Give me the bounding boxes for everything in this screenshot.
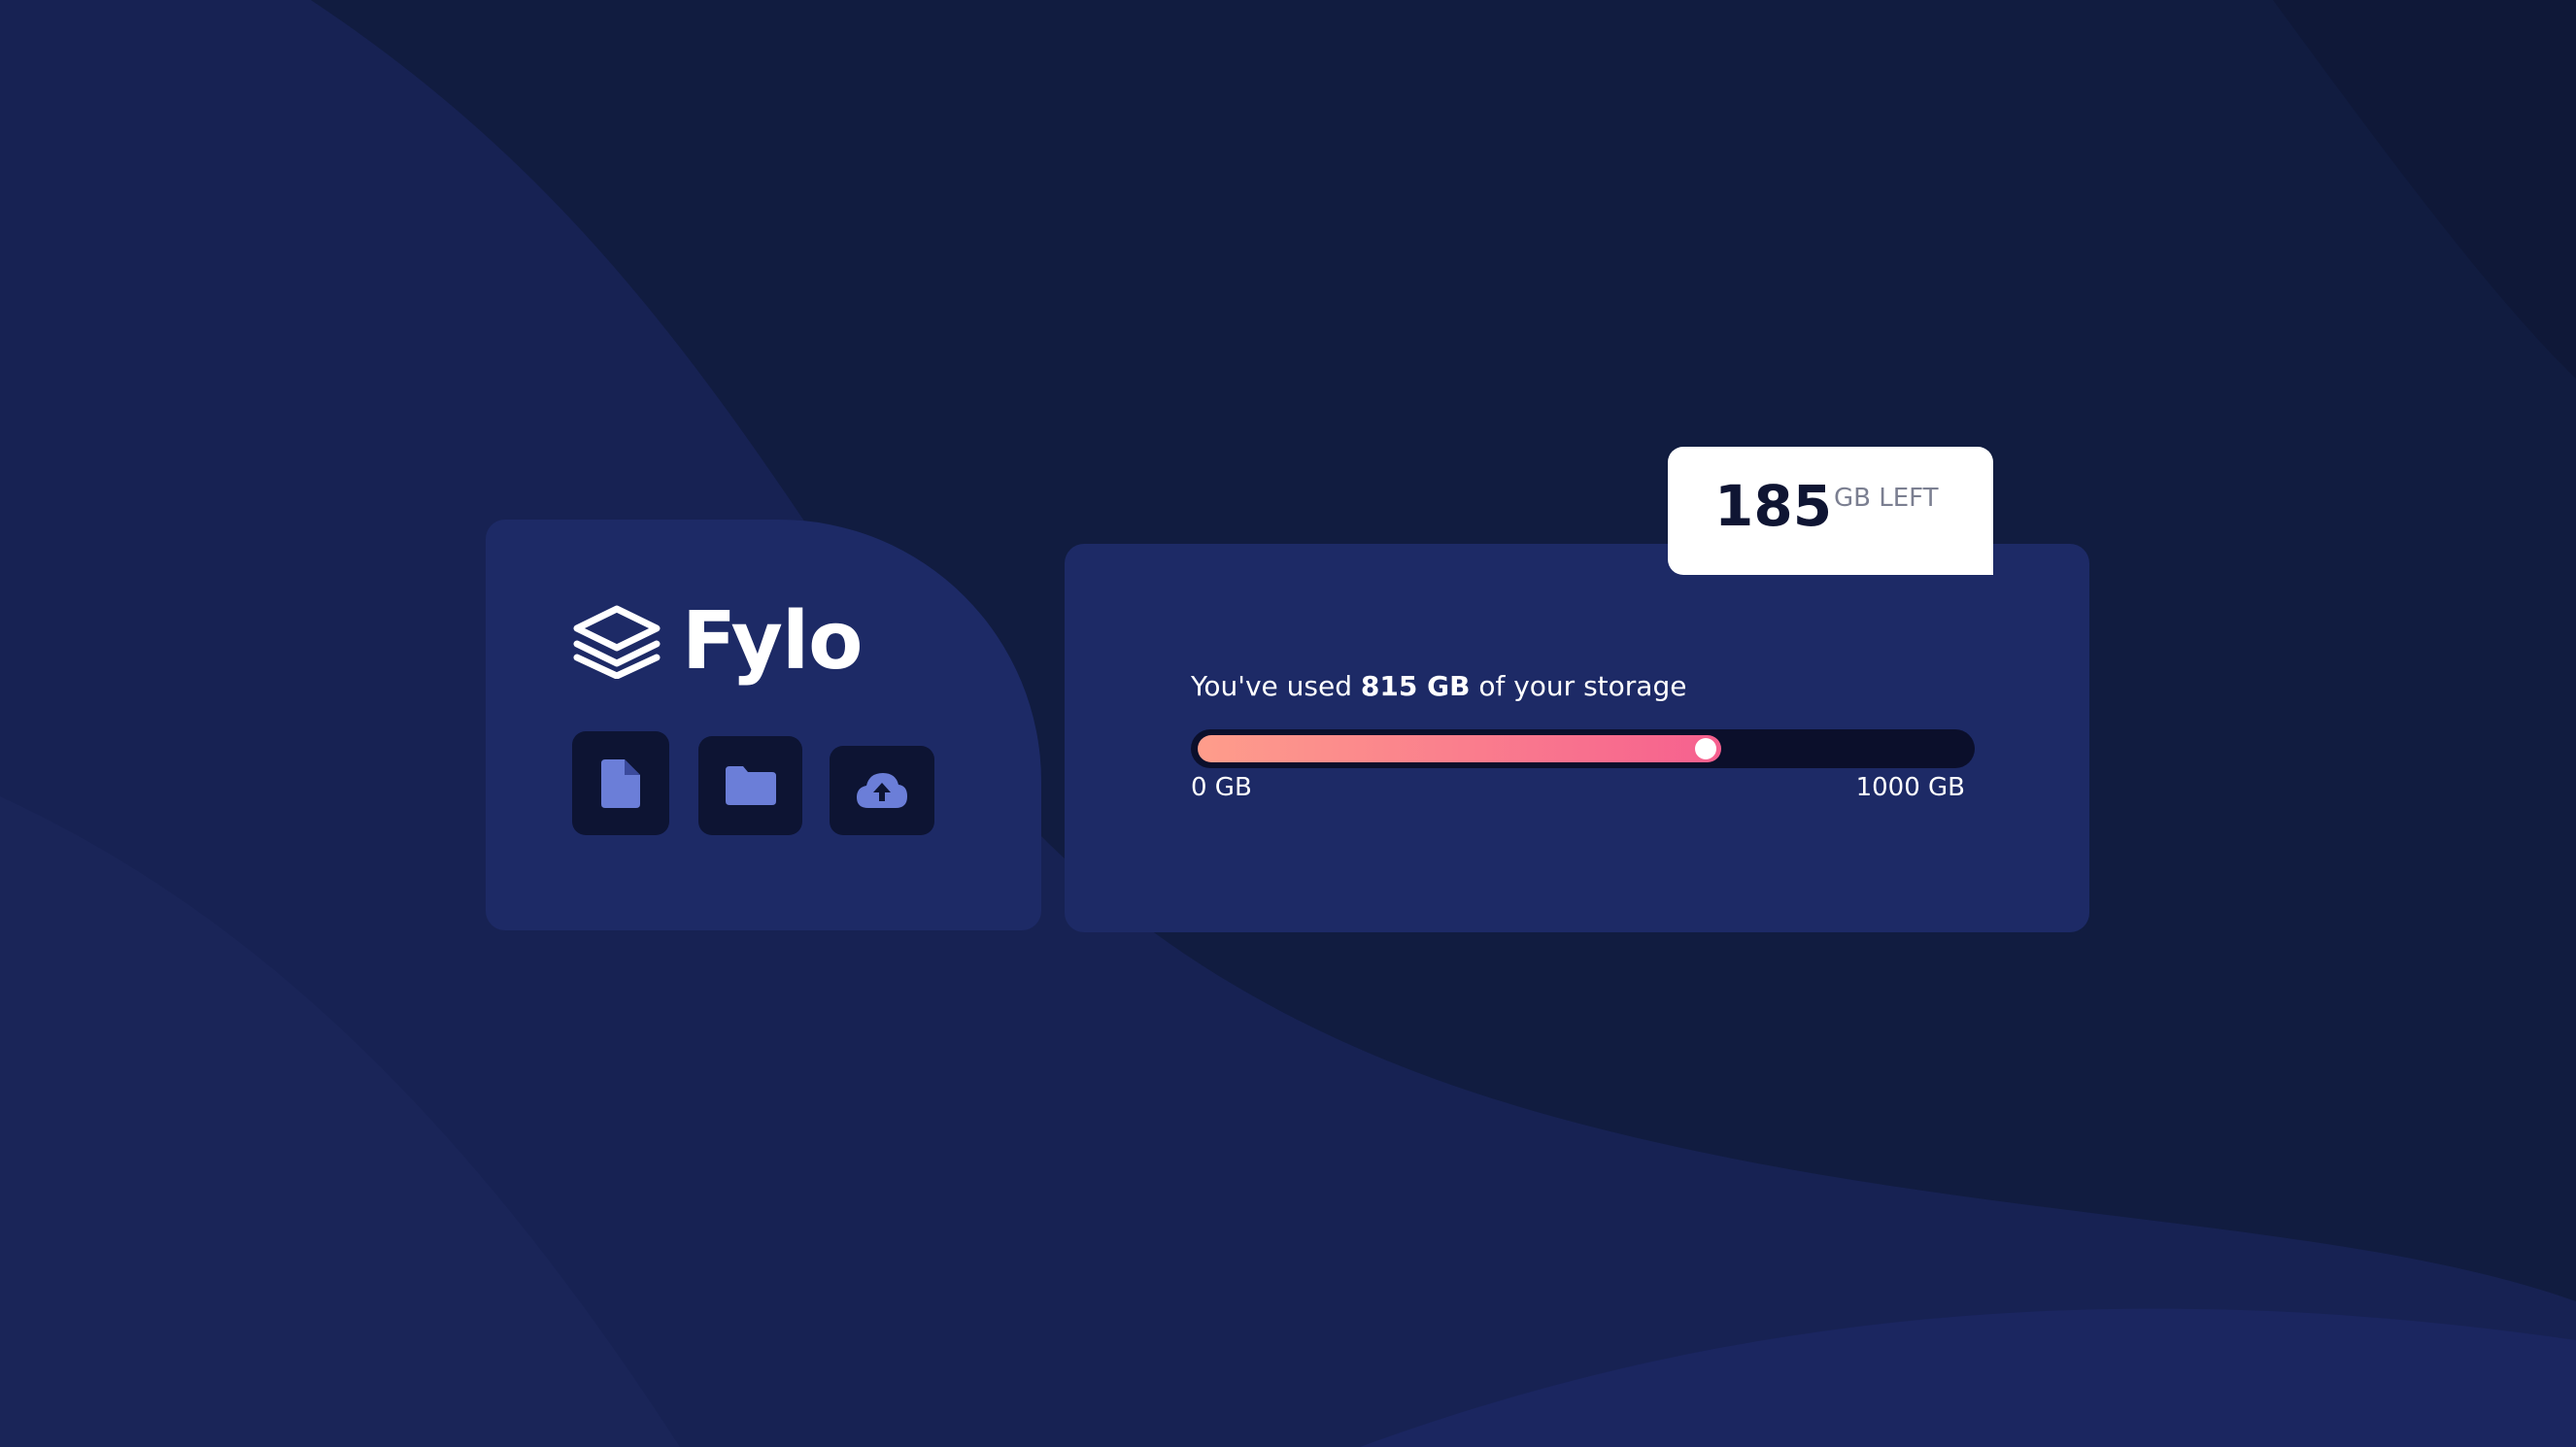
remaining-value: 185 xyxy=(1714,473,1833,539)
logo: Fylo xyxy=(571,595,863,688)
document-icon xyxy=(601,758,640,808)
remaining-unit: GB LEFT xyxy=(1834,484,1939,513)
progress-knob xyxy=(1695,738,1716,759)
document-button[interactable] xyxy=(572,731,669,835)
folder-button[interactable] xyxy=(698,736,802,835)
usage-suffix: of your storage xyxy=(1470,670,1687,702)
progress-max-label: 1000 GB xyxy=(1855,773,1965,802)
usage-amount: 815 GB xyxy=(1360,670,1471,702)
storage-progress-bar xyxy=(1191,729,1975,768)
stack-logo-icon xyxy=(573,605,661,679)
folder-icon xyxy=(725,766,776,805)
upload-icon xyxy=(857,773,907,808)
app-name: Fylo xyxy=(682,595,863,688)
remaining-badge: 185 GB LEFT xyxy=(1668,447,1993,575)
progress-min-label: 0 GB xyxy=(1191,773,1252,802)
storage-card: You've used 815 GB of your storage 0 GB … xyxy=(1065,544,2089,932)
storage-progress-fill xyxy=(1198,735,1721,762)
usage-prefix: You've used xyxy=(1191,670,1361,702)
usage-summary: You've used 815 GB of your storage xyxy=(1191,670,1686,702)
upload-button[interactable] xyxy=(830,746,934,835)
